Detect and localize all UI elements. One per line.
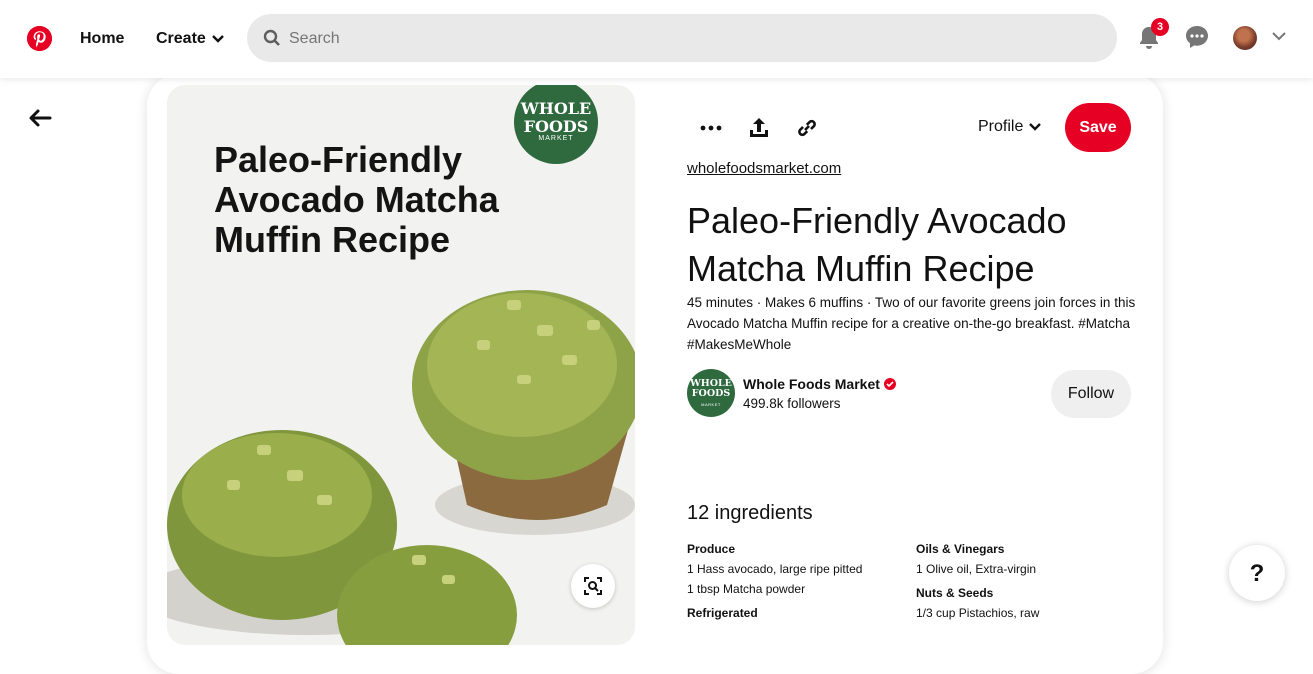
save-button[interactable]: Save (1065, 103, 1131, 152)
copy-link-button[interactable] (789, 110, 825, 146)
creator-followers: 499.8k followers (743, 396, 841, 411)
user-avatar[interactable] (1233, 26, 1257, 50)
follow-button[interactable]: Follow (1051, 370, 1131, 418)
top-navigation: Home Create 3 (0, 0, 1313, 78)
ingredient-item: 1/3 cup Pistachios, raw (916, 606, 1040, 620)
search-input[interactable] (287, 14, 1091, 64)
board-select-dropdown[interactable]: Profile (978, 118, 1042, 136)
help-button[interactable]: ? (1229, 545, 1285, 601)
creator-name-text: Whole Foods Market (743, 376, 880, 392)
pin-description: 45 minutes · Makes 6 muffins · Two of ou… (687, 295, 1136, 352)
ingredient-item: 1 Hass avocado, large ripe pitted (687, 562, 863, 576)
nav-create-label: Create (156, 30, 206, 47)
board-select-label: Profile (978, 118, 1024, 135)
creator-avatar-line2: MARKET (701, 402, 721, 407)
creator-avatar-line1: WHOLE FOODS (690, 378, 732, 399)
back-arrow-icon[interactable] (28, 108, 52, 128)
source-link[interactable]: wholefoodsmarket.com (687, 160, 841, 177)
search-icon (263, 29, 280, 46)
ingredient-item: 1 tbsp Matcha powder (687, 582, 806, 596)
ingredient-category: Produce (687, 542, 736, 556)
creator-name[interactable]: Whole Foods Market (743, 376, 896, 392)
pinterest-logo-icon[interactable] (27, 26, 52, 51)
ingredient-item: 1 Olive oil, Extra-virgin (916, 562, 1037, 576)
notification-count-badge: 3 (1151, 18, 1169, 36)
ingredient-category: Nuts & Seeds (916, 586, 994, 600)
pin-image[interactable]: WHOLE FOODS MARKET Paleo-Friendly Avocad… (167, 85, 635, 645)
creator-avatar[interactable]: WHOLE FOODS MARKET (687, 369, 735, 417)
chevron-down-icon (211, 35, 224, 43)
visual-search-button[interactable] (571, 564, 615, 608)
share-button[interactable] (741, 110, 777, 146)
chevron-down-icon (1029, 123, 1042, 131)
more-options-button[interactable] (693, 110, 729, 146)
muffin-illustration (167, 290, 635, 645)
link-icon (798, 119, 816, 137)
ingredient-category: Refrigerated (687, 606, 758, 620)
ingredients-heading: 12 ingredients (687, 502, 813, 524)
visual-search-icon (584, 577, 602, 595)
ellipsis-icon (700, 125, 722, 131)
verified-badge-icon (883, 378, 896, 390)
nav-create-dropdown[interactable]: Create (156, 30, 224, 48)
messages-icon[interactable] (1185, 25, 1209, 49)
ingredient-category: Oils & Vinegars (916, 542, 1005, 556)
search-bar[interactable] (247, 14, 1117, 64)
nav-home-link[interactable]: Home (80, 30, 124, 48)
account-chevron-down-icon[interactable] (1272, 32, 1286, 41)
share-upload-icon (750, 118, 768, 137)
pin-title: Paleo-Friendly Avocado Matcha Muffin Rec… (687, 200, 1067, 289)
